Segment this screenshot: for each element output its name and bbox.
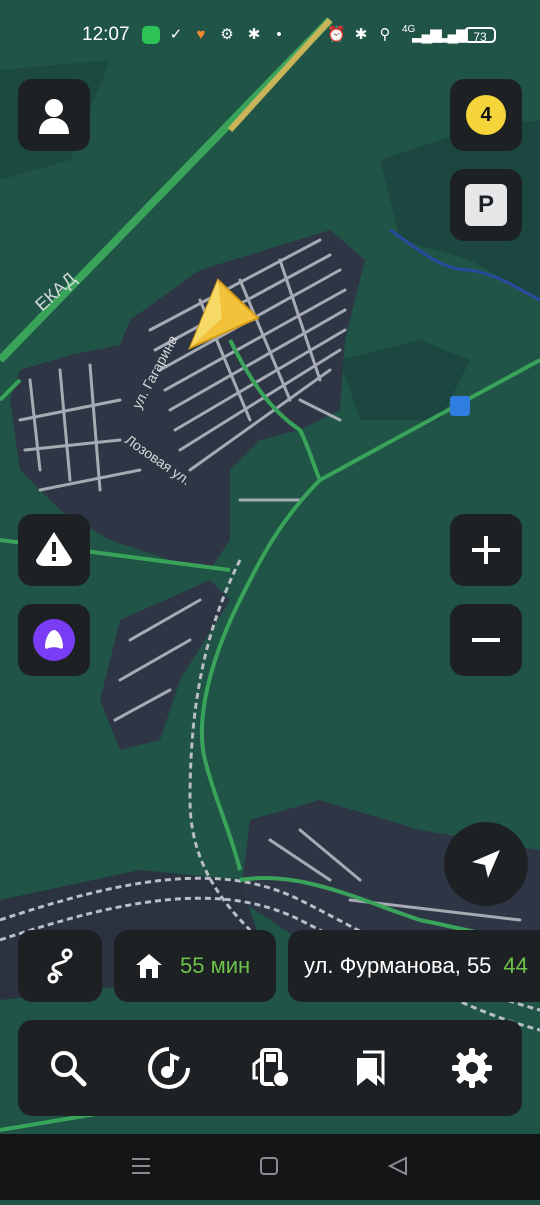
recents-button[interactable] — [132, 1158, 150, 1174]
bookmarks-button[interactable] — [341, 1038, 401, 1098]
bottom-toolbar — [18, 1020, 522, 1116]
destination-address: ул. Фурманова, 55 — [304, 953, 492, 978]
bluetooth-connected-icon: ✱ — [354, 26, 368, 43]
search-button[interactable] — [38, 1038, 98, 1098]
battery-indicator: 73 — [464, 27, 496, 44]
settings-icon — [451, 1048, 492, 1088]
settings-button[interactable] — [442, 1038, 502, 1098]
fuel-button[interactable] — [240, 1038, 300, 1098]
route-icon — [47, 948, 73, 984]
status-time: 12:07 — [82, 24, 130, 45]
parking-icon: P — [465, 184, 507, 226]
location-pin-icon: ⚲ — [379, 26, 391, 43]
alice-icon — [33, 619, 75, 661]
traffic-level-button[interactable]: 4 — [450, 79, 522, 151]
music-icon — [148, 1047, 191, 1089]
bookmarks-icon — [356, 1050, 385, 1086]
traffic-level-badge: 4 — [466, 95, 506, 135]
gear-sync-icon: ⚙ — [220, 26, 234, 43]
system-navigation-bar — [0, 1134, 540, 1200]
signal-icon-2: ▂▄▆ — [438, 26, 468, 43]
report-incident-button[interactable] — [18, 514, 90, 586]
plus-icon — [472, 536, 500, 564]
heart-icon: ♥ — [196, 26, 206, 43]
profile-button[interactable] — [18, 79, 90, 151]
navigation-arrow-icon — [472, 850, 500, 878]
home-eta: 55 мин — [180, 953, 251, 978]
route-options-button[interactable] — [18, 930, 102, 1002]
home-eta-pill[interactable]: 55 мин — [114, 930, 276, 1002]
home-nav-button[interactable] — [260, 1157, 278, 1175]
fuel-icon — [252, 1048, 290, 1088]
alert-icon — [36, 532, 72, 566]
zoom-in-button[interactable] — [450, 514, 522, 586]
my-location-button[interactable] — [444, 822, 528, 906]
alarm-icon: ⏰ — [327, 26, 346, 43]
parking-button[interactable]: P — [450, 169, 522, 241]
dot-icon: • — [276, 26, 282, 43]
app-notification-icon — [142, 26, 160, 44]
zoom-out-button[interactable] — [450, 604, 522, 676]
home-icon — [136, 954, 162, 978]
status-bar: 12:07 ✓ ♥ ⚙ ✱ • ⏰ ✱ ⚲ 4G ▂▄▆ ▂▄▆ 73 — [0, 0, 540, 70]
user-avatar-icon — [39, 99, 69, 134]
music-button[interactable] — [139, 1038, 199, 1098]
search-icon — [51, 1051, 87, 1087]
destination-distance: 44 — [503, 953, 528, 978]
bus-stop-icon[interactable] — [450, 396, 470, 416]
alice-assistant-button[interactable] — [18, 604, 90, 676]
check-circle-icon: ✓ — [169, 26, 183, 43]
destination-pill[interactable]: ул. Фурманова, 55 44 — [288, 930, 540, 1002]
bluetooth-icon: ✱ — [247, 26, 261, 43]
signal-icon: ▂▄▆ — [412, 26, 442, 43]
back-nav-button[interactable] — [387, 1156, 407, 1176]
minus-icon — [472, 638, 500, 642]
